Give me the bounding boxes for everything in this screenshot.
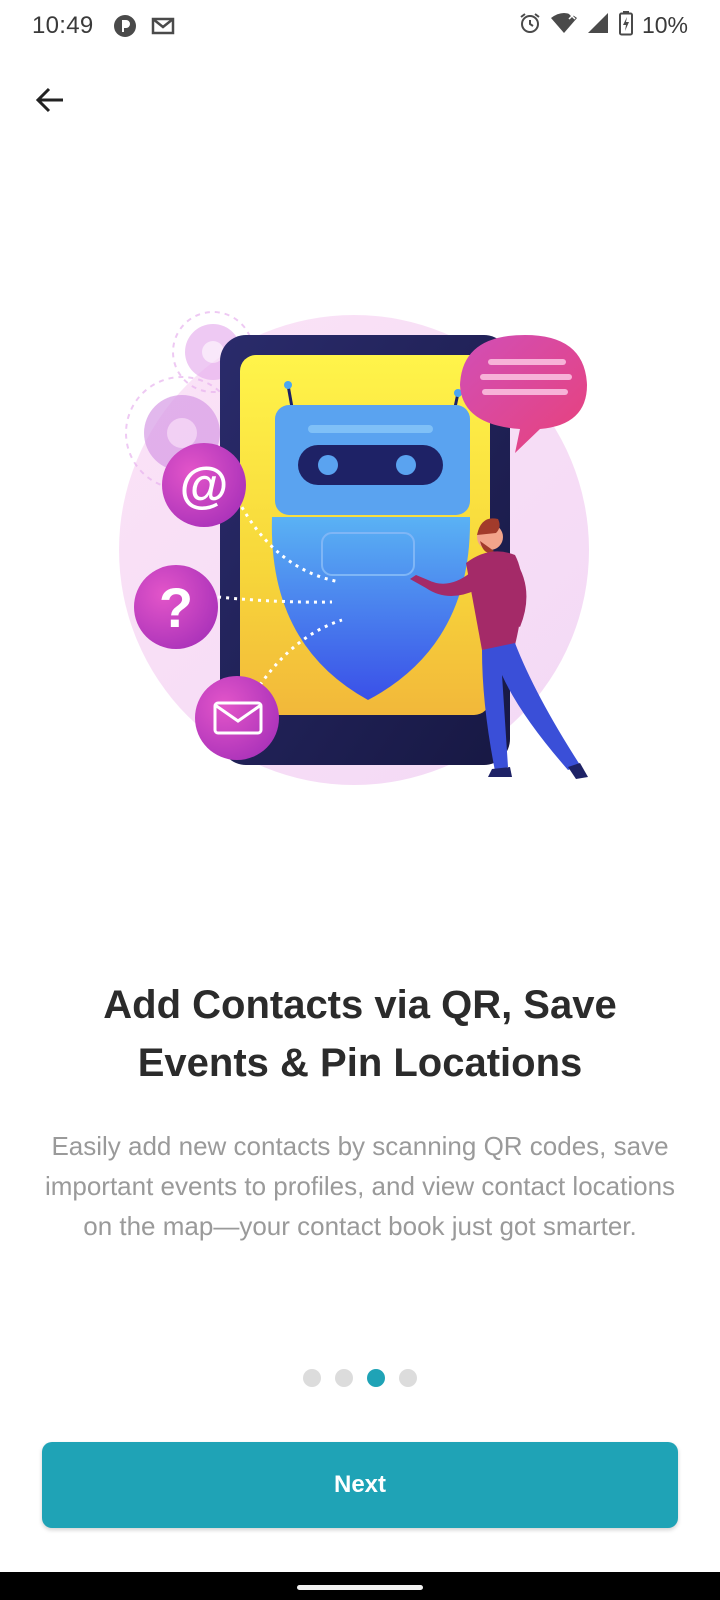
svg-text:@: @: [180, 457, 229, 513]
status-left-icons: [112, 13, 176, 44]
arrow-left-icon: [34, 84, 66, 121]
gmail-icon: [150, 13, 176, 44]
onboarding-title: Add Contacts via QR, Save Events & Pin L…: [103, 983, 617, 1085]
system-navigation-bar: [0, 1572, 720, 1600]
next-button[interactable]: Next: [42, 1442, 678, 1528]
onboarding-screen: 10:49 10% @ ? Add Contacts via QR, Save …: [0, 0, 720, 1600]
page-dot-4[interactable]: [399, 1369, 417, 1387]
app-notification-icon: [112, 13, 138, 44]
status-time: 10:49: [32, 12, 94, 39]
battery-percentage: 10%: [641, 12, 688, 38]
status-bar: 10:49 10%: [0, 0, 720, 52]
status-right: 10%: [518, 10, 688, 41]
home-indicator[interactable]: [297, 1585, 423, 1590]
svg-text:?: ?: [159, 576, 193, 639]
page-dot-2[interactable]: [335, 1369, 353, 1387]
back-button[interactable]: [24, 76, 76, 128]
battery-icon: [618, 10, 634, 41]
onboarding-illustration: @ ?: [110, 305, 610, 795]
page-dot-3-active[interactable]: [367, 1369, 385, 1387]
alarm-icon: [518, 11, 542, 40]
page-dot-1[interactable]: [303, 1369, 321, 1387]
onboarding-description: Easily add new contacts by scanning QR c…: [44, 1131, 676, 1241]
page-indicator: [0, 1369, 720, 1387]
signal-icon: [586, 11, 610, 40]
wifi-icon: [550, 11, 578, 40]
